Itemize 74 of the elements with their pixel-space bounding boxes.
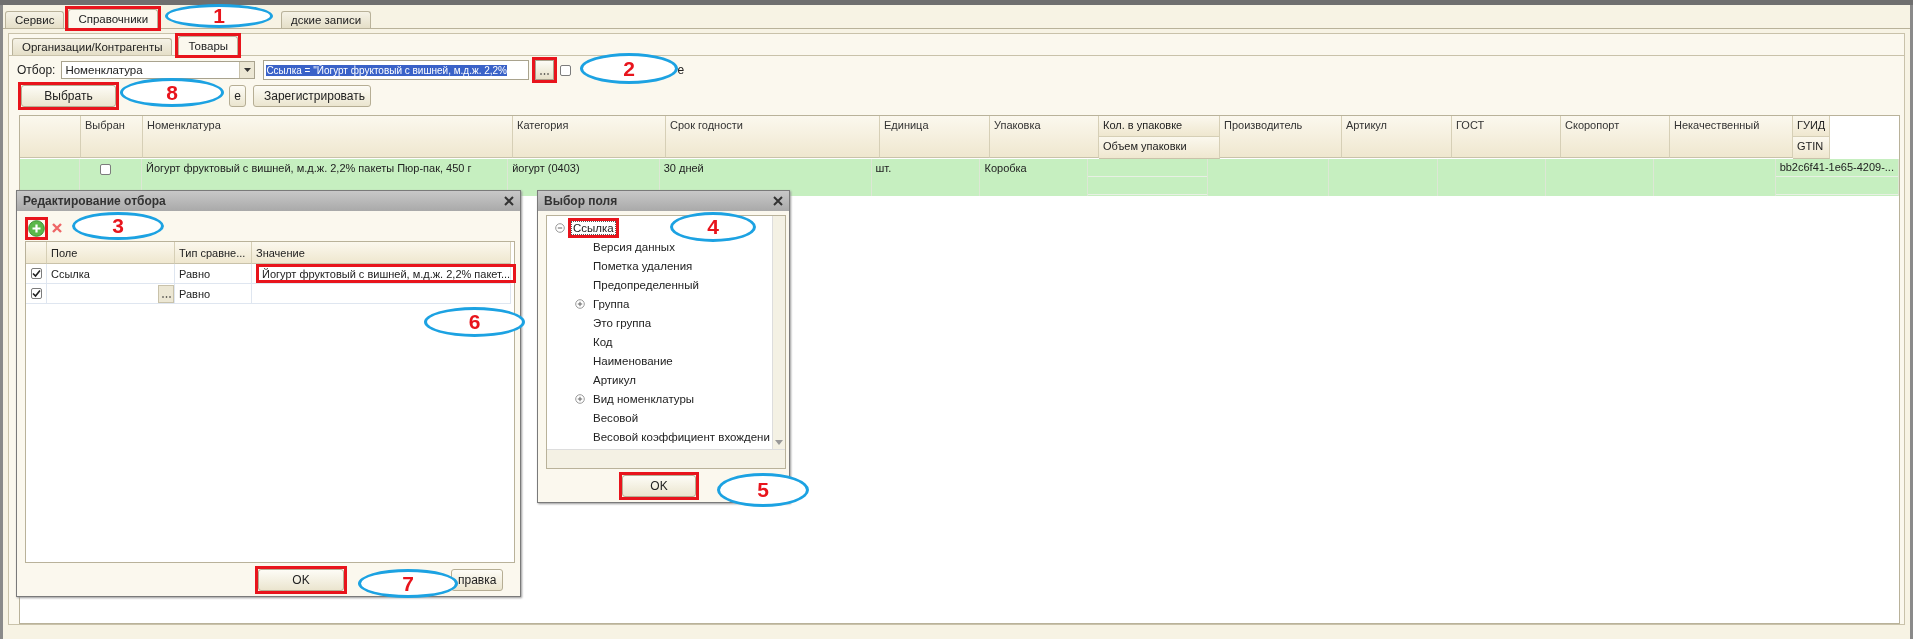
column-header[interactable]: GTIN <box>1793 137 1830 158</box>
table-row[interactable]: Йогурт фруктовый с вишней, м.д.ж. 2,2% пакеты Пюр-пак, 450 г йогурт (0403) 30 дней шт. Коробка bb2c6f41-1e65-4209-... <box>20 159 1899 196</box>
tab[interactable]: дские записи <box>281 11 372 28</box>
column-header[interactable]: Производитель <box>1220 116 1342 158</box>
column-header[interactable]: Единица <box>880 116 990 158</box>
row-checkbox[interactable] <box>30 268 42 279</box>
close-icon[interactable] <box>773 196 783 206</box>
checkbox-label: е <box>677 63 685 77</box>
delete-icon[interactable] <box>51 222 63 234</box>
tree-item[interactable]: Это группа <box>591 315 654 330</box>
column-header[interactable]: Срок годности <box>666 116 880 158</box>
filter-label: Отбор: <box>17 63 56 77</box>
header-cell <box>26 242 47 264</box>
header-cell <box>20 116 81 158</box>
column-header[interactable]: Кол. в упаковке <box>1099 116 1219 137</box>
tab[interactable]: Сервис <box>5 11 65 28</box>
table-cell: Равно <box>175 284 252 304</box>
table-cell: Коробка <box>980 159 1089 196</box>
column-header[interactable]: Значение <box>252 242 511 264</box>
column-header[interactable]: Некачественный <box>1670 116 1793 158</box>
tab[interactable]: Организации/Контрагенты <box>12 38 173 55</box>
tree-item[interactable]: Ссылка <box>571 220 616 235</box>
tree-item[interactable]: Вид номенклатуры <box>591 391 697 406</box>
tree-item[interactable]: Группа <box>591 296 632 311</box>
row-checkbox[interactable] <box>30 288 42 299</box>
toolbar-button[interactable]: Зарегистрировать <box>253 85 371 107</box>
column-header[interactable]: Артикул <box>1342 116 1452 158</box>
column-header[interactable]: Скоропорт <box>1561 116 1670 158</box>
tree-item[interactable]: Весовой <box>591 410 641 425</box>
toolbar-button[interactable]: Выбрать <box>21 85 116 107</box>
tree-item[interactable]: Весовой коэффициент вхождени <box>591 429 772 444</box>
column-header[interactable]: Выбран <box>81 116 143 158</box>
ellipsis-button[interactable] <box>158 284 174 303</box>
table-cell: Равно <box>175 264 252 284</box>
filter-checkbox[interactable] <box>560 64 572 76</box>
table-cell: Ссылка <box>47 264 175 284</box>
column-header[interactable]: Объем упаковки <box>1099 137 1219 158</box>
filter-dropdown[interactable]: Номенклатура <box>61 61 256 79</box>
tree-item[interactable]: Код <box>591 334 615 349</box>
row-checkbox[interactable] <box>100 164 112 175</box>
column-header[interactable]: ГУИД <box>1793 116 1830 137</box>
column-header[interactable]: Тип сравне... <box>175 242 252 264</box>
tree-item[interactable]: Артикул <box>591 372 638 387</box>
table-cell: bb2c6f41-1e65-4209-... <box>1775 159 1898 177</box>
dialog-title: Редактирование отбора <box>23 194 166 208</box>
step-callout: 1 <box>165 4 273 28</box>
column-header[interactable]: Категория <box>513 116 666 158</box>
column-header[interactable]: Поле <box>47 242 175 264</box>
dialog-title: Выбор поля <box>544 194 618 208</box>
expand-icon[interactable] <box>575 298 585 309</box>
tree-item[interactable]: Версия данных <box>591 239 677 254</box>
ok-button[interactable]: OK <box>622 475 696 497</box>
dropdown-arrow-icon <box>243 68 251 72</box>
tab[interactable]: Справочники <box>68 9 159 28</box>
tree-item[interactable]: Наименование <box>591 353 675 368</box>
expand-icon[interactable] <box>575 393 585 404</box>
dots-icon <box>161 295 171 298</box>
tab[interactable]: Товары <box>178 36 239 55</box>
ok-button[interactable]: OK <box>258 569 344 591</box>
scroll-down-icon[interactable] <box>774 440 783 445</box>
column-header[interactable]: ГОСТ <box>1452 116 1561 158</box>
table-cell: Йогурт фруктовый с вишней, м.д.ж. 2,2% пакет... <box>262 267 511 280</box>
vertical-scrollbar[interactable] <box>771 216 785 449</box>
table-cell: шт. <box>871 159 981 196</box>
horizontal-scrollbar[interactable] <box>547 449 785 468</box>
tree-item[interactable]: Предопределенный <box>591 277 701 292</box>
help-button[interactable]: правка <box>451 569 503 591</box>
condition-field[interactable]: Ссылка = "Йогурт фруктовый с вишней, м.д.ж. 2,2% <box>263 60 530 80</box>
collapse-icon[interactable] <box>555 222 565 233</box>
tree-item[interactable]: Пометка удаления <box>591 258 695 273</box>
close-icon[interactable] <box>504 196 514 206</box>
column-header[interactable]: Упаковка <box>990 116 1099 158</box>
toolbar-button[interactable]: е <box>229 85 246 107</box>
column-header[interactable]: Номенклатура <box>143 116 513 158</box>
